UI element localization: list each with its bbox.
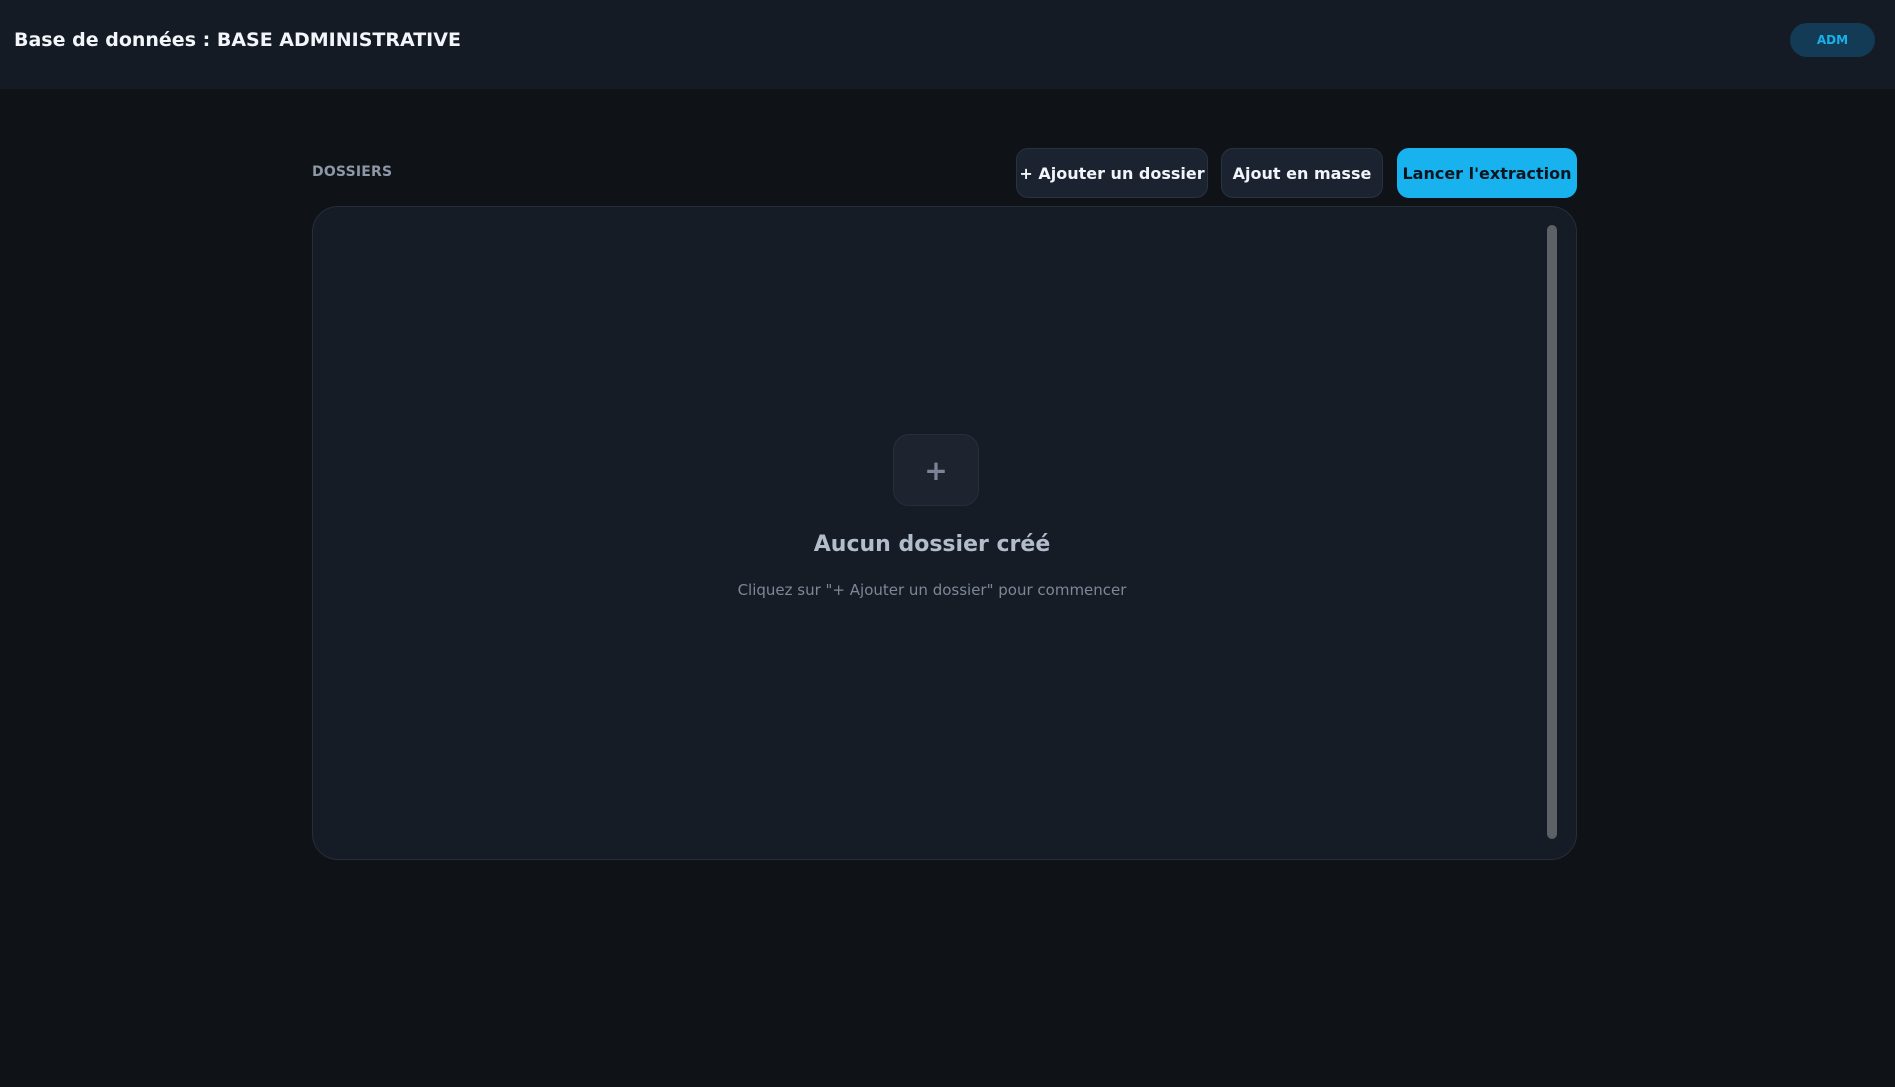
user-avatar-badge[interactable]: ADM (1790, 23, 1875, 57)
bulk-add-button[interactable]: Ajout en masse (1221, 148, 1383, 198)
page-title: Base de données : BASE ADMINISTRATIVE (14, 29, 461, 51)
start-extraction-button[interactable]: Lancer l'extraction (1397, 148, 1577, 198)
folders-panel: + Aucun dossier créé Cliquez sur "+ Ajou… (312, 206, 1577, 860)
add-folder-button[interactable]: + Ajouter un dossier (1016, 148, 1208, 198)
plus-icon[interactable]: + (893, 434, 979, 506)
empty-state-title: Aucun dossier créé (813, 532, 1051, 557)
top-bar: Base de données : BASE ADMINISTRATIVE AD… (0, 0, 1895, 89)
section-label-dossiers: DOSSIERS (312, 164, 393, 180)
panel-scrollbar[interactable] (1547, 225, 1557, 839)
empty-state-subtitle: Cliquez sur "+ Ajouter un dossier" pour … (737, 581, 1127, 599)
